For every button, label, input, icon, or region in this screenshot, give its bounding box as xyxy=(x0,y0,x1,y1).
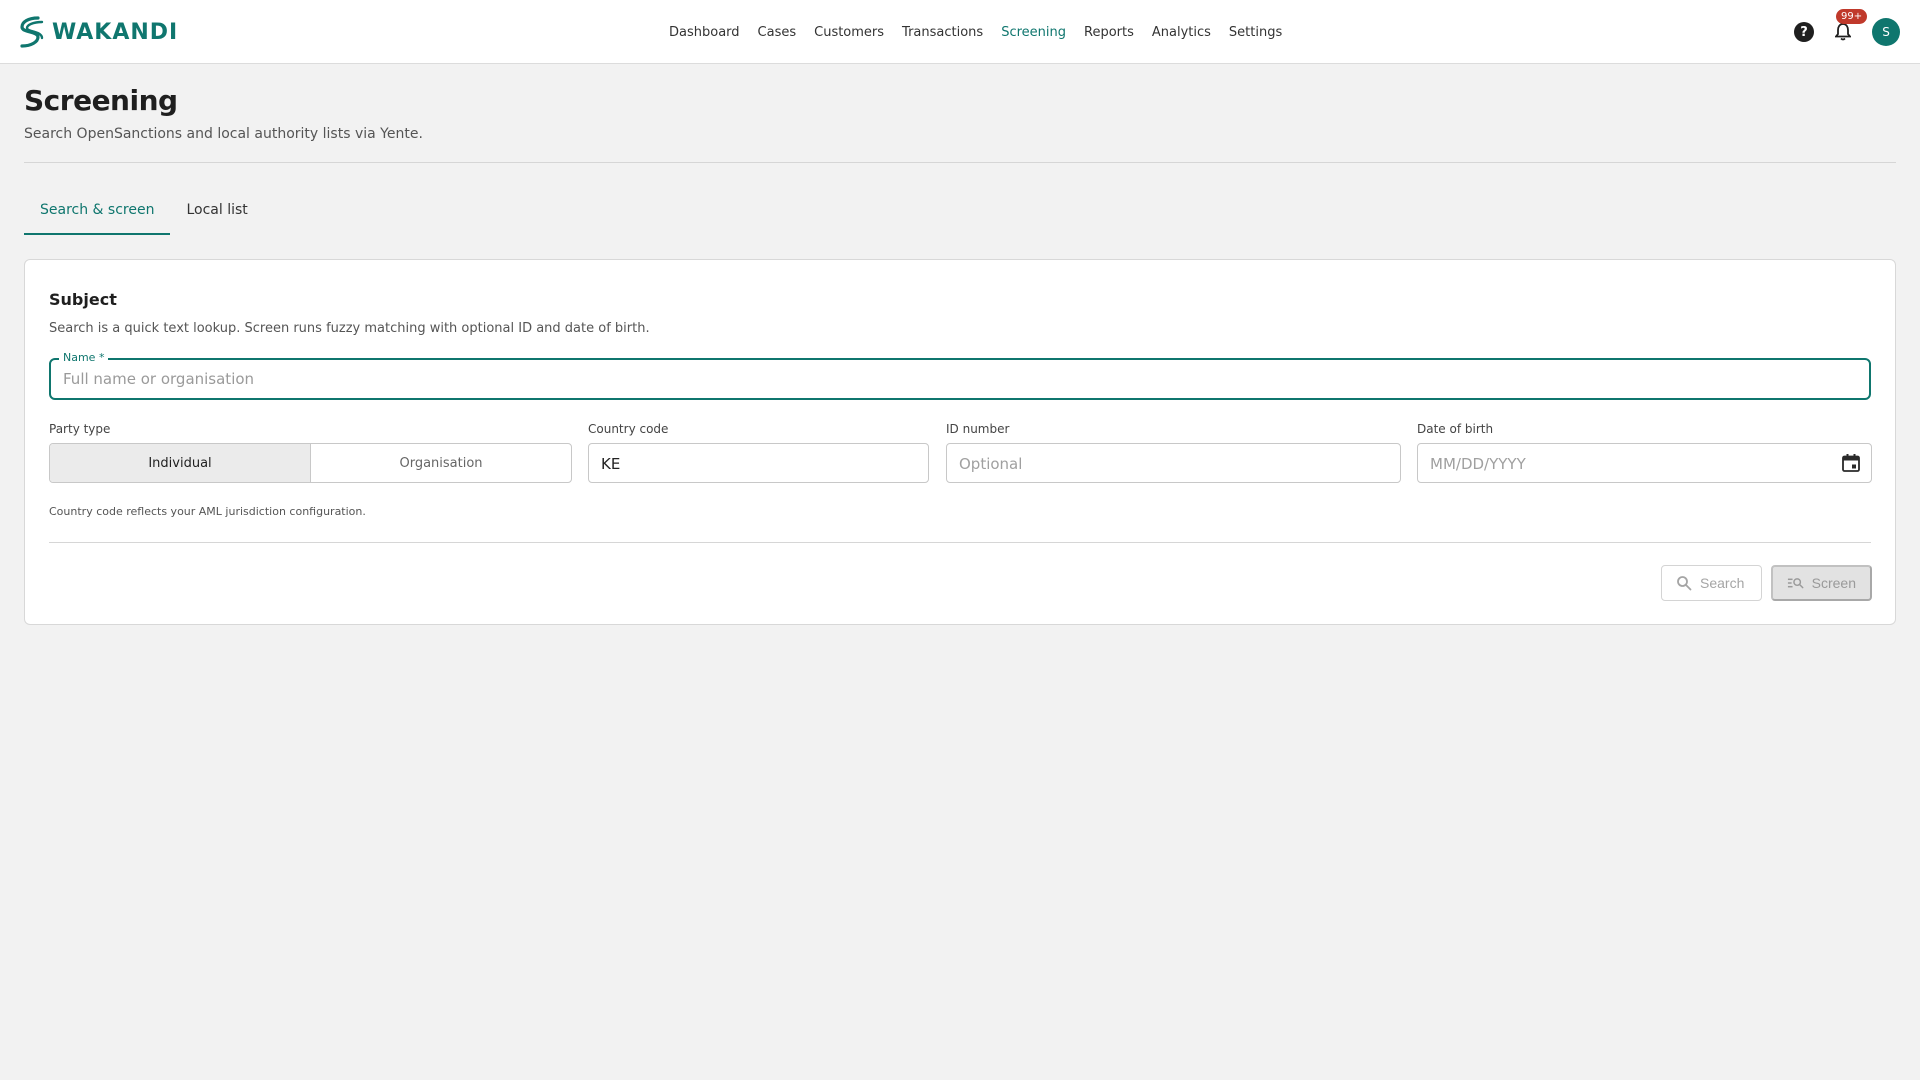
avatar[interactable]: S xyxy=(1872,18,1900,46)
name-field[interactable]: Name * xyxy=(49,351,1871,400)
bell-icon xyxy=(1835,23,1851,41)
subject-card: Subject Search is a quick text lookup. S… xyxy=(24,259,1896,625)
screen-search-icon xyxy=(1787,578,1804,589)
header-actions: ? 99+ S xyxy=(1794,0,1900,64)
nav-transactions[interactable]: Transactions xyxy=(902,25,983,40)
dob-label: Date of birth xyxy=(1417,422,1494,436)
country-code-input[interactable] xyxy=(601,453,911,475)
notifications-button[interactable]: 99+ xyxy=(1832,9,1868,43)
notification-badge: 99+ xyxy=(1836,9,1868,24)
divider xyxy=(24,162,1896,163)
screen-button[interactable]: Screen xyxy=(1771,565,1872,601)
main-nav: Dashboard Cases Customers Transactions S… xyxy=(669,0,1282,64)
dob-field xyxy=(1417,443,1872,483)
name-input[interactable] xyxy=(63,368,1853,390)
nav-settings[interactable]: Settings xyxy=(1229,25,1282,40)
screen-button-label: Screen xyxy=(1811,575,1856,591)
page-subtitle: Search OpenSanctions and local authority… xyxy=(24,126,423,142)
help-icon[interactable]: ? xyxy=(1794,22,1814,42)
id-number-field xyxy=(946,443,1401,483)
party-type-toggle: Individual Organisation xyxy=(49,443,572,483)
subject-description: Search is a quick text lookup. Screen ru… xyxy=(49,321,650,336)
name-label: Name * xyxy=(59,351,109,364)
brand-name: WAKANDI xyxy=(52,19,179,45)
calendar-icon[interactable] xyxy=(1841,453,1861,473)
logo[interactable]: WAKANDI xyxy=(16,14,178,50)
tab-local-list[interactable]: Local list xyxy=(170,190,263,235)
tab-search-and-screen[interactable]: Search & screen xyxy=(24,190,171,235)
tab-bar: Search & screen Local list xyxy=(24,190,264,235)
top-bar: WAKANDI Dashboard Cases Customers Transa… xyxy=(0,0,1920,64)
country-code-label: Country code xyxy=(588,422,669,436)
nav-screening[interactable]: Screening xyxy=(1001,25,1066,40)
nav-reports[interactable]: Reports xyxy=(1084,25,1134,40)
dob-input[interactable] xyxy=(1430,453,1820,475)
nav-customers[interactable]: Customers xyxy=(814,25,884,40)
id-number-input[interactable] xyxy=(959,453,1384,475)
subject-title: Subject xyxy=(49,290,117,309)
page-title: Screening xyxy=(24,84,178,117)
nav-cases[interactable]: Cases xyxy=(758,25,797,40)
party-option-individual[interactable]: Individual xyxy=(50,444,311,482)
card-divider xyxy=(49,542,1871,543)
search-button-label: Search xyxy=(1700,575,1745,591)
nav-dashboard[interactable]: Dashboard xyxy=(669,25,740,40)
jurisdiction-hint: Country code reflects your AML jurisdict… xyxy=(49,505,366,518)
id-number-label: ID number xyxy=(946,422,1010,436)
search-icon xyxy=(1677,576,1692,591)
wakandi-logo-icon xyxy=(20,16,44,48)
search-button[interactable]: Search xyxy=(1661,565,1762,601)
nav-analytics[interactable]: Analytics xyxy=(1152,25,1211,40)
country-code-field xyxy=(588,443,929,483)
party-type-label: Party type xyxy=(49,422,111,436)
party-option-organisation[interactable]: Organisation xyxy=(311,444,571,482)
